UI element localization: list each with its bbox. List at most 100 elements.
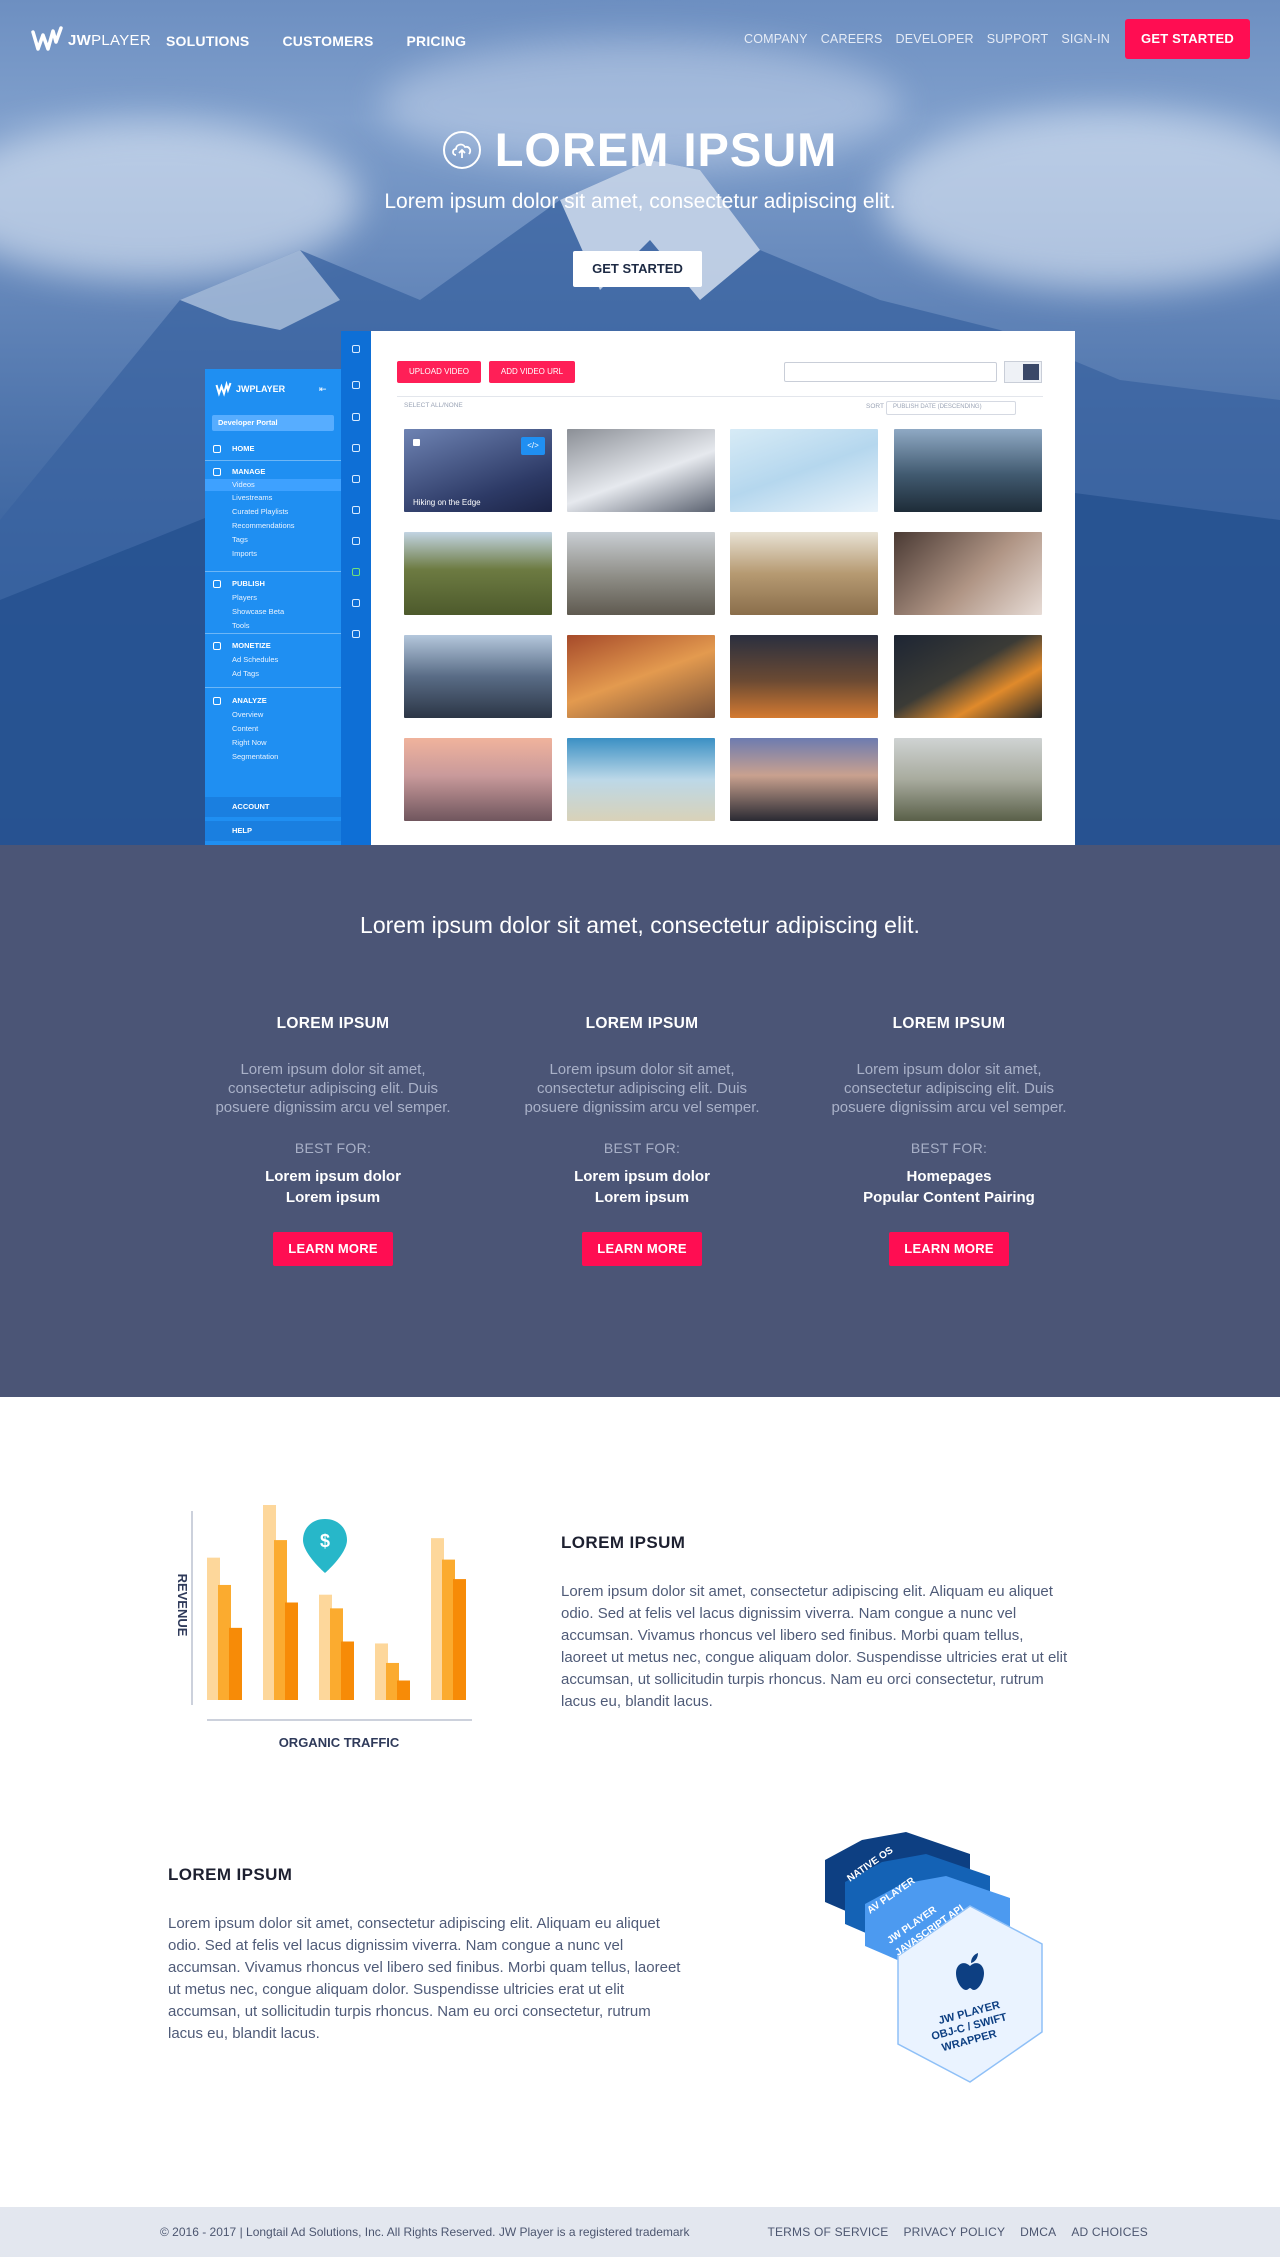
grid-view-icon[interactable] xyxy=(1023,364,1039,380)
sidebar-publish: PUBLISH Players Showcase Beta Tools xyxy=(205,577,341,633)
footer-link-terms[interactable]: TERMS OF SERVICE xyxy=(767,2225,888,2239)
video-thumbnail[interactable] xyxy=(404,635,552,718)
status-icon xyxy=(352,568,360,576)
sidebar-item-right-now[interactable]: Right Now xyxy=(205,736,341,750)
video-thumbnail[interactable] xyxy=(404,738,552,821)
platform-stack-illustration: NATIVE OS AV PLAYER JW PLAYER JAVASCRIPT… xyxy=(825,1832,1043,2083)
sidebar-item-showcase[interactable]: Showcase Beta xyxy=(205,605,341,619)
code-icon xyxy=(213,580,221,588)
sidebar-item-analyze[interactable]: ANALYZE xyxy=(232,696,267,705)
footer-link-ad-choices[interactable]: AD CHOICES xyxy=(1071,2225,1148,2239)
video-thumbnail[interactable] xyxy=(567,532,715,615)
video-thumbnail[interactable] xyxy=(894,635,1042,718)
sidebar-item-curated-playlists[interactable]: Curated Playlists xyxy=(205,505,341,519)
x-axis-label: ORGANIC TRAFFIC xyxy=(279,1735,400,1750)
video-thumbnail[interactable]: </> Hiking on the Edge xyxy=(404,429,552,512)
sidebar-item-tags[interactable]: Tags xyxy=(205,533,341,547)
video-thumbnail[interactable] xyxy=(730,429,878,512)
nav-sign-in[interactable]: SIGN-IN xyxy=(1061,32,1110,46)
content-row-1: LOREM IPSUM Lorem ipsum dolor sit amet, … xyxy=(561,1533,1073,1713)
help-icon[interactable] xyxy=(352,630,360,638)
publish-icon[interactable] xyxy=(352,475,360,483)
sidebar-item-home[interactable]: HOME xyxy=(232,444,255,453)
best-for-label: BEST FOR: xyxy=(910,1140,988,1156)
video-checkbox[interactable] xyxy=(413,439,420,446)
nav-developer[interactable]: DEVELOPER xyxy=(896,32,974,46)
sidebar-item-manage[interactable]: MANAGE xyxy=(232,467,265,476)
sidebar-item-imports[interactable]: Imports xyxy=(205,547,341,561)
feature-column: LOREM IPSUM Lorem ipsum dolor sit amet, … xyxy=(512,1015,772,1266)
sidebar-item-livestreams[interactable]: Livestreams xyxy=(205,491,341,505)
nav-pricing[interactable]: PRICING xyxy=(406,33,466,49)
video-thumbnail[interactable] xyxy=(404,532,552,615)
analytics-icon[interactable] xyxy=(352,537,360,545)
get-started-hero-button[interactable]: GET STARTED xyxy=(573,251,702,287)
video-thumbnail[interactable] xyxy=(567,429,715,512)
sidebar-item-players[interactable]: Players xyxy=(205,591,341,605)
sidebar-item-ad-schedules[interactable]: Ad Schedules xyxy=(205,653,341,667)
video-thumbnail[interactable] xyxy=(567,738,715,821)
video-thumbnail[interactable] xyxy=(894,738,1042,821)
video-thumbnail[interactable] xyxy=(730,635,878,718)
sidebar-item-videos[interactable]: Videos xyxy=(205,479,341,491)
chart-bar xyxy=(453,1579,466,1700)
sidebar-item-ad-tags[interactable]: Ad Tags xyxy=(205,667,341,681)
get-started-nav-button[interactable]: GET STARTED xyxy=(1125,19,1250,59)
video-thumbnail[interactable] xyxy=(567,635,715,718)
sidebar-item-overview[interactable]: Overview xyxy=(205,708,341,722)
nav-careers[interactable]: CAREERS xyxy=(821,32,883,46)
collapse-icon[interactable]: ⇤ xyxy=(319,384,327,395)
learn-more-button[interactable]: LEARN MORE xyxy=(273,1232,393,1266)
footer-link-dmca[interactable]: DMCA xyxy=(1020,2225,1056,2239)
learn-more-button[interactable]: LEARN MORE xyxy=(582,1232,702,1266)
location-icon[interactable] xyxy=(352,506,360,514)
sidebar-item-segmentation[interactable]: Segmentation xyxy=(205,750,341,764)
sidebar-item-monetize[interactable]: MONETIZE xyxy=(232,641,271,650)
jwplayer-logo[interactable]: JWPLAYER xyxy=(30,22,151,58)
sidebar-help[interactable]: HELP xyxy=(205,821,341,841)
best-for-value: Lorem ipsum xyxy=(285,1189,381,1206)
best-for-value: Homepages xyxy=(906,1168,992,1185)
add-video-url-button[interactable]: ADD VIDEO URL xyxy=(489,361,575,383)
expand-icon[interactable] xyxy=(352,345,360,353)
learn-more-button[interactable]: LEARN MORE xyxy=(889,1232,1009,1266)
sort-label: SORT xyxy=(866,403,884,410)
sidebar-monetize: MONETIZE Ad Schedules Ad Tags xyxy=(205,639,341,681)
features-lead: Lorem ipsum dolor sit amet, consectetur … xyxy=(360,912,920,938)
nav-solutions[interactable]: SOLUTIONS xyxy=(166,33,249,49)
sidebar-item-tools[interactable]: Tools xyxy=(205,619,341,633)
logo-text-light: PLAYER xyxy=(91,31,151,49)
chart-bar xyxy=(229,1627,242,1700)
upload-video-button[interactable]: UPLOAD VIDEO xyxy=(397,361,481,383)
select-all-toggle[interactable]: SELECT ALL/NONE xyxy=(404,402,463,409)
dashboard-icon-rail xyxy=(341,331,371,845)
home-icon[interactable] xyxy=(352,413,360,421)
sidebar-item-recommendations[interactable]: Recommendations xyxy=(205,519,341,533)
video-thumbnail[interactable] xyxy=(730,532,878,615)
portal-select[interactable]: Developer Portal xyxy=(212,415,334,431)
embed-icon[interactable]: </> xyxy=(521,437,545,455)
best-for-value: Popular Content Pairing xyxy=(863,1189,1035,1206)
best-for-values: Lorem ipsum dolor Lorem ipsum xyxy=(203,1166,463,1208)
gear-icon[interactable] xyxy=(352,599,360,607)
rail-item-icon[interactable] xyxy=(352,381,360,389)
sidebar-item-publish[interactable]: PUBLISH xyxy=(232,579,265,588)
footer-link-privacy[interactable]: PRIVACY POLICY xyxy=(903,2225,1005,2239)
video-thumbnail[interactable] xyxy=(894,429,1042,512)
nav-support[interactable]: SUPPORT xyxy=(987,32,1049,46)
video-thumbnail[interactable] xyxy=(730,738,878,821)
nav-company[interactable]: COMPANY xyxy=(744,32,808,46)
nav-customers[interactable]: CUSTOMERS xyxy=(282,33,373,49)
sidebar-item-content[interactable]: Content xyxy=(205,722,341,736)
sidebar-home[interactable]: HOME xyxy=(205,442,341,456)
sort-select[interactable]: PUBLISH DATE (DESCENDING) xyxy=(886,401,1016,415)
best-for-label: BEST FOR: xyxy=(603,1140,681,1156)
video-thumbnail[interactable] xyxy=(894,532,1042,615)
row1-text: Lorem ipsum dolor sit amet, consectetur … xyxy=(561,1583,1068,1710)
view-toggle[interactable] xyxy=(1004,361,1042,383)
manage-icon[interactable] xyxy=(352,444,360,452)
sidebar-account[interactable]: ACCOUNT xyxy=(205,797,341,817)
dollar-icon: $ xyxy=(320,1531,330,1551)
search-input[interactable] xyxy=(784,362,997,382)
dashboard-brand: JWPLAYER xyxy=(215,381,285,397)
